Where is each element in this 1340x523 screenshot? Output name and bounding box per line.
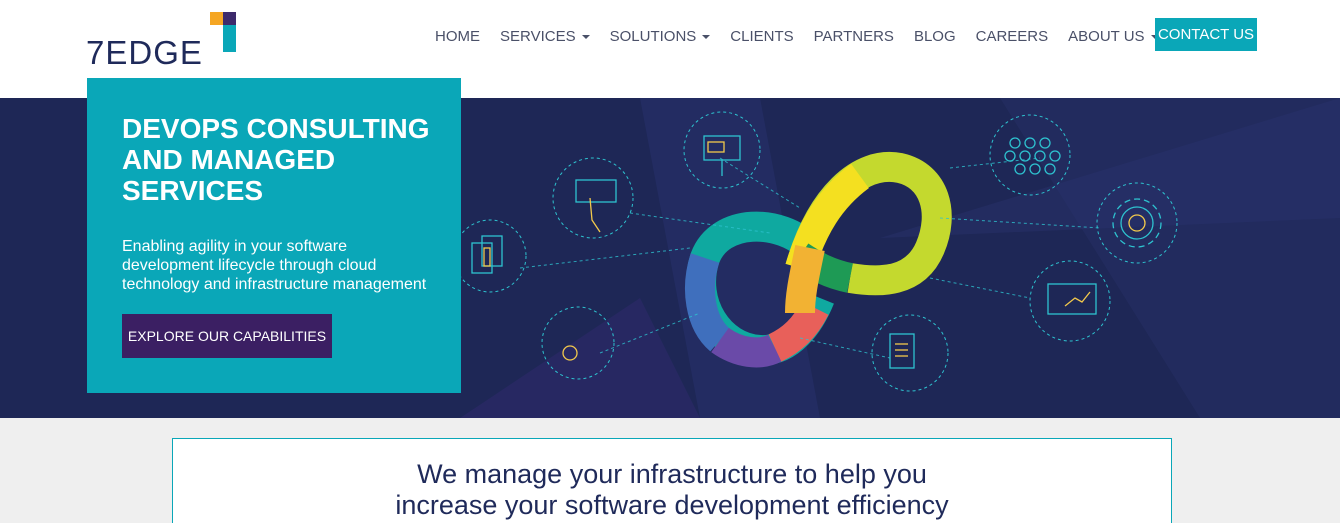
hero-card: DEVOPS CONSULTING AND MANAGED SERVICES E… [87,78,461,393]
logo-text: 7EDGE [86,34,203,71]
nav-clients[interactable]: CLIENTS [720,27,803,47]
nav-solutions-label: SOLUTIONS [609,28,697,45]
nav-clients-label: CLIENTS [730,28,794,45]
nav-services-label: SERVICES [500,28,576,45]
logo[interactable]: 7EDGE [86,12,246,71]
nav-careers-label: CAREERS [975,28,1049,45]
nav-about-us-label: ABOUT US [1068,28,1145,45]
nav-about-us[interactable]: ABOUT US [1058,27,1168,47]
nav-home[interactable]: HOME [425,27,490,47]
intro-section: We manage your infrastructure to help yo… [0,418,1340,523]
tagline-box: We manage your infrastructure to help yo… [172,438,1172,523]
hero-title: DEVOPS CONSULTING AND MANAGED SERVICES [122,113,430,206]
document-icon [871,314,949,392]
tagline-line-2: increase your software development effic… [395,490,949,520]
caret-down-icon [702,35,711,39]
nav-blog[interactable]: BLOG [904,27,966,47]
touch-screen-icon [552,157,634,239]
nav-partners[interactable]: PARTNERS [804,27,904,47]
logo-mark-icon [210,12,238,52]
hero-subtitle: Enabling agility in your software develo… [122,238,427,293]
nav-blog-label: BLOG [913,28,956,45]
analytics-icon [1029,260,1111,342]
nav-solutions[interactable]: SOLUTIONS [600,27,721,47]
tagline: We manage your infrastructure to help yo… [173,459,1171,521]
caret-down-icon [581,35,590,39]
explore-capabilities-button[interactable]: EXPLORE OUR CAPABILITIES [122,314,332,358]
tagline-line-1: We manage your infrastructure to help yo… [417,459,927,489]
nav-services[interactable]: SERVICES [490,27,600,47]
nav-partners-label: PARTNERS [813,28,894,45]
nav-careers[interactable]: CAREERS [966,27,1059,47]
nav-home-label: HOME [435,28,480,45]
contact-us-button[interactable]: CONTACT US [1155,18,1257,51]
main-nav: HOME SERVICES SOLUTIONS CLIENTS PARTNERS… [425,27,1169,47]
